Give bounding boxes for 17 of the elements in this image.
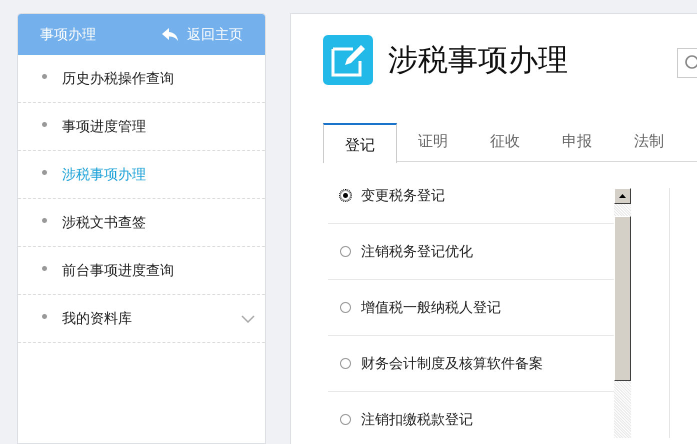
tab[interactable]: 证明 (397, 123, 469, 162)
sidebar-item[interactable]: 前台事项进度查询 (62, 260, 255, 281)
tab[interactable]: 申报 (541, 123, 613, 162)
sidebar-item[interactable]: 事项进度管理 (62, 116, 255, 137)
option-label: 变更税务登记 (361, 188, 445, 205)
option-label: 注销扣缴税款登记 (361, 410, 473, 429)
sidebar-item[interactable]: 我的资料库 (62, 308, 241, 329)
tab[interactable]: 征收 (469, 123, 541, 162)
sidebar-item[interactable]: 涉税文书查签 (62, 212, 255, 233)
page-title: 涉税事项办理 (388, 42, 568, 78)
option-label: 注销税务登记优化 (361, 242, 473, 261)
sidebar-item[interactable]: 历史办税操作查询 (62, 68, 255, 89)
sidebar-title: 事项办理 (40, 25, 96, 44)
option-label: 增值税一般纳税人登记 (361, 298, 501, 317)
tab[interactable]: 登记 (323, 123, 397, 163)
option-label: 财务会计制度及核算软件备案 (361, 354, 543, 373)
tab[interactable]: 法制 (613, 123, 685, 162)
